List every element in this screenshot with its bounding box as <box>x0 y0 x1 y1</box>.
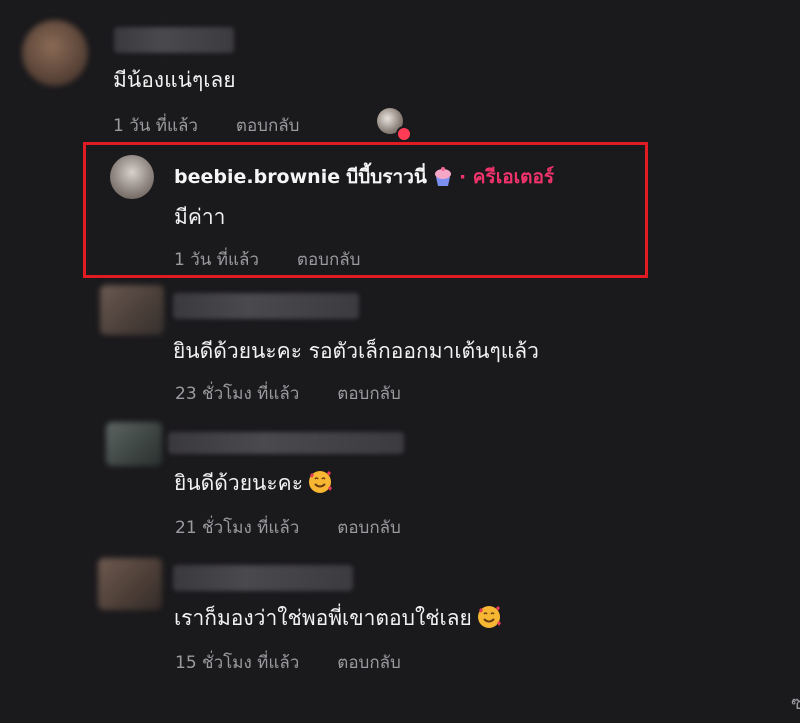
comment-meta: 1 วัน ที่แล้ว ตอบกลับ <box>113 112 299 139</box>
comment-text: ยินดีด้วยนะคะ รอตัวเล็กออกมาเต้นๆแล้ว <box>173 339 539 363</box>
heart-icon <box>396 126 412 142</box>
reply-button[interactable]: ตอบกลับ <box>297 246 361 273</box>
comment-text-content: เราก็มองว่าใช่พอพี่เขาตอบใช่เลย <box>174 606 472 630</box>
comment-text: มีค่าา <box>174 205 226 229</box>
comment-time: 21 ชั่วโมง ที่แล้ว <box>175 518 300 538</box>
comment-meta: 15 ชั่วโมง ที่แล้ว ตอบกลับ <box>175 649 401 676</box>
username-blurred[interactable] <box>173 565 353 591</box>
reply-button[interactable]: ตอบกลับ <box>337 649 401 676</box>
reply-button[interactable]: ตอบกลับ <box>236 112 300 139</box>
comment-meta: 23 ชั่วโมง ที่แล้ว ตอบกลับ <box>175 380 401 407</box>
comment-time: 23 ชั่วโมง ที่แล้ว <box>175 384 300 404</box>
creator-badge: · ครีเอเตอร์ <box>458 166 555 188</box>
comment-text-content: ยินดีด้วยนะคะ <box>174 471 303 495</box>
cupcake-icon <box>434 167 451 186</box>
smiling-face-with-hearts-icon <box>309 471 332 493</box>
avatar[interactable] <box>22 20 88 86</box>
see-more-link[interactable]: ซ่ <box>791 688 800 718</box>
comment-time: 1 วัน ที่แล้ว <box>174 250 259 270</box>
comments-panel: { "comments": [ { "text": "มีน้องแน่ๆเลย… <box>0 0 800 723</box>
username-blurred[interactable] <box>173 293 359 319</box>
username-blurred[interactable] <box>114 27 234 53</box>
avatar[interactable] <box>100 285 164 335</box>
comment-text: ยินดีด้วยนะคะ <box>174 467 333 500</box>
comment-meta: 1 วัน ที่แล้ว ตอบกลับ <box>174 246 360 273</box>
comment-meta: 21 ชั่วโมง ที่แล้ว ตอบกลับ <box>175 514 401 541</box>
avatar[interactable] <box>98 558 162 610</box>
comment-header: beebie.brownie บีบี้บราวนี่ · ครีเอเตอร์ <box>174 162 554 192</box>
smiling-face-with-hearts-icon <box>477 606 501 628</box>
comment-time: 15 ชั่วโมง ที่แล้ว <box>175 653 300 673</box>
username[interactable]: beebie.brownie <box>174 166 340 188</box>
avatar[interactable] <box>110 155 154 199</box>
comment-time: 1 วัน ที่แล้ว <box>113 116 198 136</box>
reply-button[interactable]: ตอบกลับ <box>337 514 401 541</box>
reply-button[interactable]: ตอบกลับ <box>337 380 401 407</box>
avatar[interactable] <box>106 422 162 466</box>
username-blurred[interactable] <box>168 432 404 454</box>
comment-text: มีน้องแน่ๆเลย <box>113 68 236 92</box>
comment-text: เราก็มองว่าใช่พอพี่เขาตอบใช่เลย <box>174 602 502 635</box>
display-name: บีบี้บราวนี่ <box>346 166 427 188</box>
